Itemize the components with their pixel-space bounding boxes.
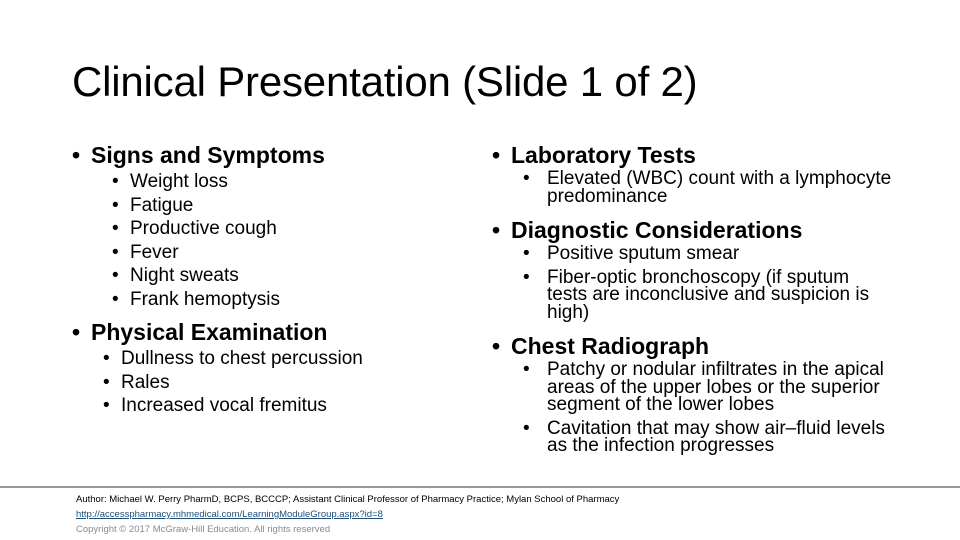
- footer: Author: Michael W. Perry PharmD, BCPS, B…: [76, 492, 619, 537]
- section-signs-and-symptoms: • Signs and Symptoms • Weight loss • Fatig…: [72, 140, 472, 311]
- author-credit: Author: Michael W. Perry PharmD, BCPS, B…: [76, 494, 620, 505]
- list-item: • Rales: [103, 371, 170, 393]
- section-physical-examination: • Physical Examination • Dullness to ches…: [72, 317, 472, 418]
- bullet-icon: •: [72, 142, 81, 168]
- bullet-icon: •: [103, 371, 110, 393]
- left-column: • Signs and Symptoms • Weight loss • Fatig…: [72, 140, 472, 424]
- footer-divider: [0, 486, 960, 488]
- section-heading: Signs and Symptoms: [91, 142, 325, 168]
- bullet-icon: •: [72, 319, 81, 345]
- section-diagnostic-considerations: • Diagnostic Considerations • Positive sp…: [492, 215, 892, 323]
- list-item: • Increased vocal fremitus: [103, 395, 327, 416]
- list-item: • Positive sputum smear: [523, 243, 740, 264]
- section-chest-radiograph: • Chest Radiograph • Patchy or nodular in…: [492, 331, 892, 455]
- section-heading: Physical Examination: [91, 319, 328, 345]
- section-heading: Laboratory Tests: [511, 142, 696, 168]
- list-item: • Productive cough: [112, 218, 277, 239]
- source-link[interactable]: http://accesspharmacy.mhmedical.com/Lear…: [76, 509, 383, 520]
- bullet-icon: •: [112, 241, 119, 263]
- section-heading: Chest Radiograph: [511, 333, 710, 359]
- bullet-icon: •: [523, 417, 530, 439]
- list-item: • Dullness to chest percussion: [103, 348, 363, 369]
- bullet-icon: •: [523, 243, 530, 264]
- bullet-icon: •: [523, 359, 530, 380]
- list-item: • Weight loss: [112, 171, 228, 192]
- slide-title: Clinical Presentation (Slide 1 of 2): [72, 58, 698, 105]
- slide: Clinical Presentation (Slide 1 of 2) • S…: [0, 0, 960, 540]
- list-item: • Fiber-optic bronchoscopy (if sputum tes…: [523, 266, 870, 323]
- bullet-icon: •: [103, 348, 110, 369]
- bullet-icon: •: [492, 217, 501, 243]
- list-item: • Cavitation that may show air–fluid leve…: [523, 417, 885, 456]
- bullet-icon: •: [103, 395, 110, 416]
- bullet-icon: •: [112, 218, 119, 239]
- list-item: • Fatigue: [112, 194, 194, 216]
- copyright-notice: Copyright © 2017 McGraw-Hill Education. …: [76, 524, 331, 535]
- section-heading: Diagnostic Considerations: [511, 217, 803, 243]
- bullet-icon: •: [492, 142, 501, 168]
- list-item: • Patchy or nodular infiltrates in the ap…: [523, 359, 884, 415]
- section-laboratory-tests: • Laboratory Tests • Elevated (WBC) count…: [492, 140, 892, 205]
- bullet-icon: •: [523, 266, 530, 288]
- list-item: • Fever: [112, 241, 179, 263]
- bullet-icon: •: [112, 288, 119, 310]
- bullet-icon: •: [523, 168, 530, 189]
- bullet-icon: •: [112, 194, 119, 216]
- bullet-icon: •: [112, 171, 119, 192]
- bullet-icon: •: [112, 265, 119, 286]
- list-item: • Elevated (WBC) count with a lymphocyte …: [523, 168, 892, 207]
- list-item: • Frank hemoptysis: [112, 288, 280, 310]
- bullet-icon: •: [492, 333, 501, 359]
- list-item: • Night sweats: [112, 265, 239, 286]
- right-column: • Laboratory Tests • Elevated (WBC) count…: [492, 140, 892, 461]
